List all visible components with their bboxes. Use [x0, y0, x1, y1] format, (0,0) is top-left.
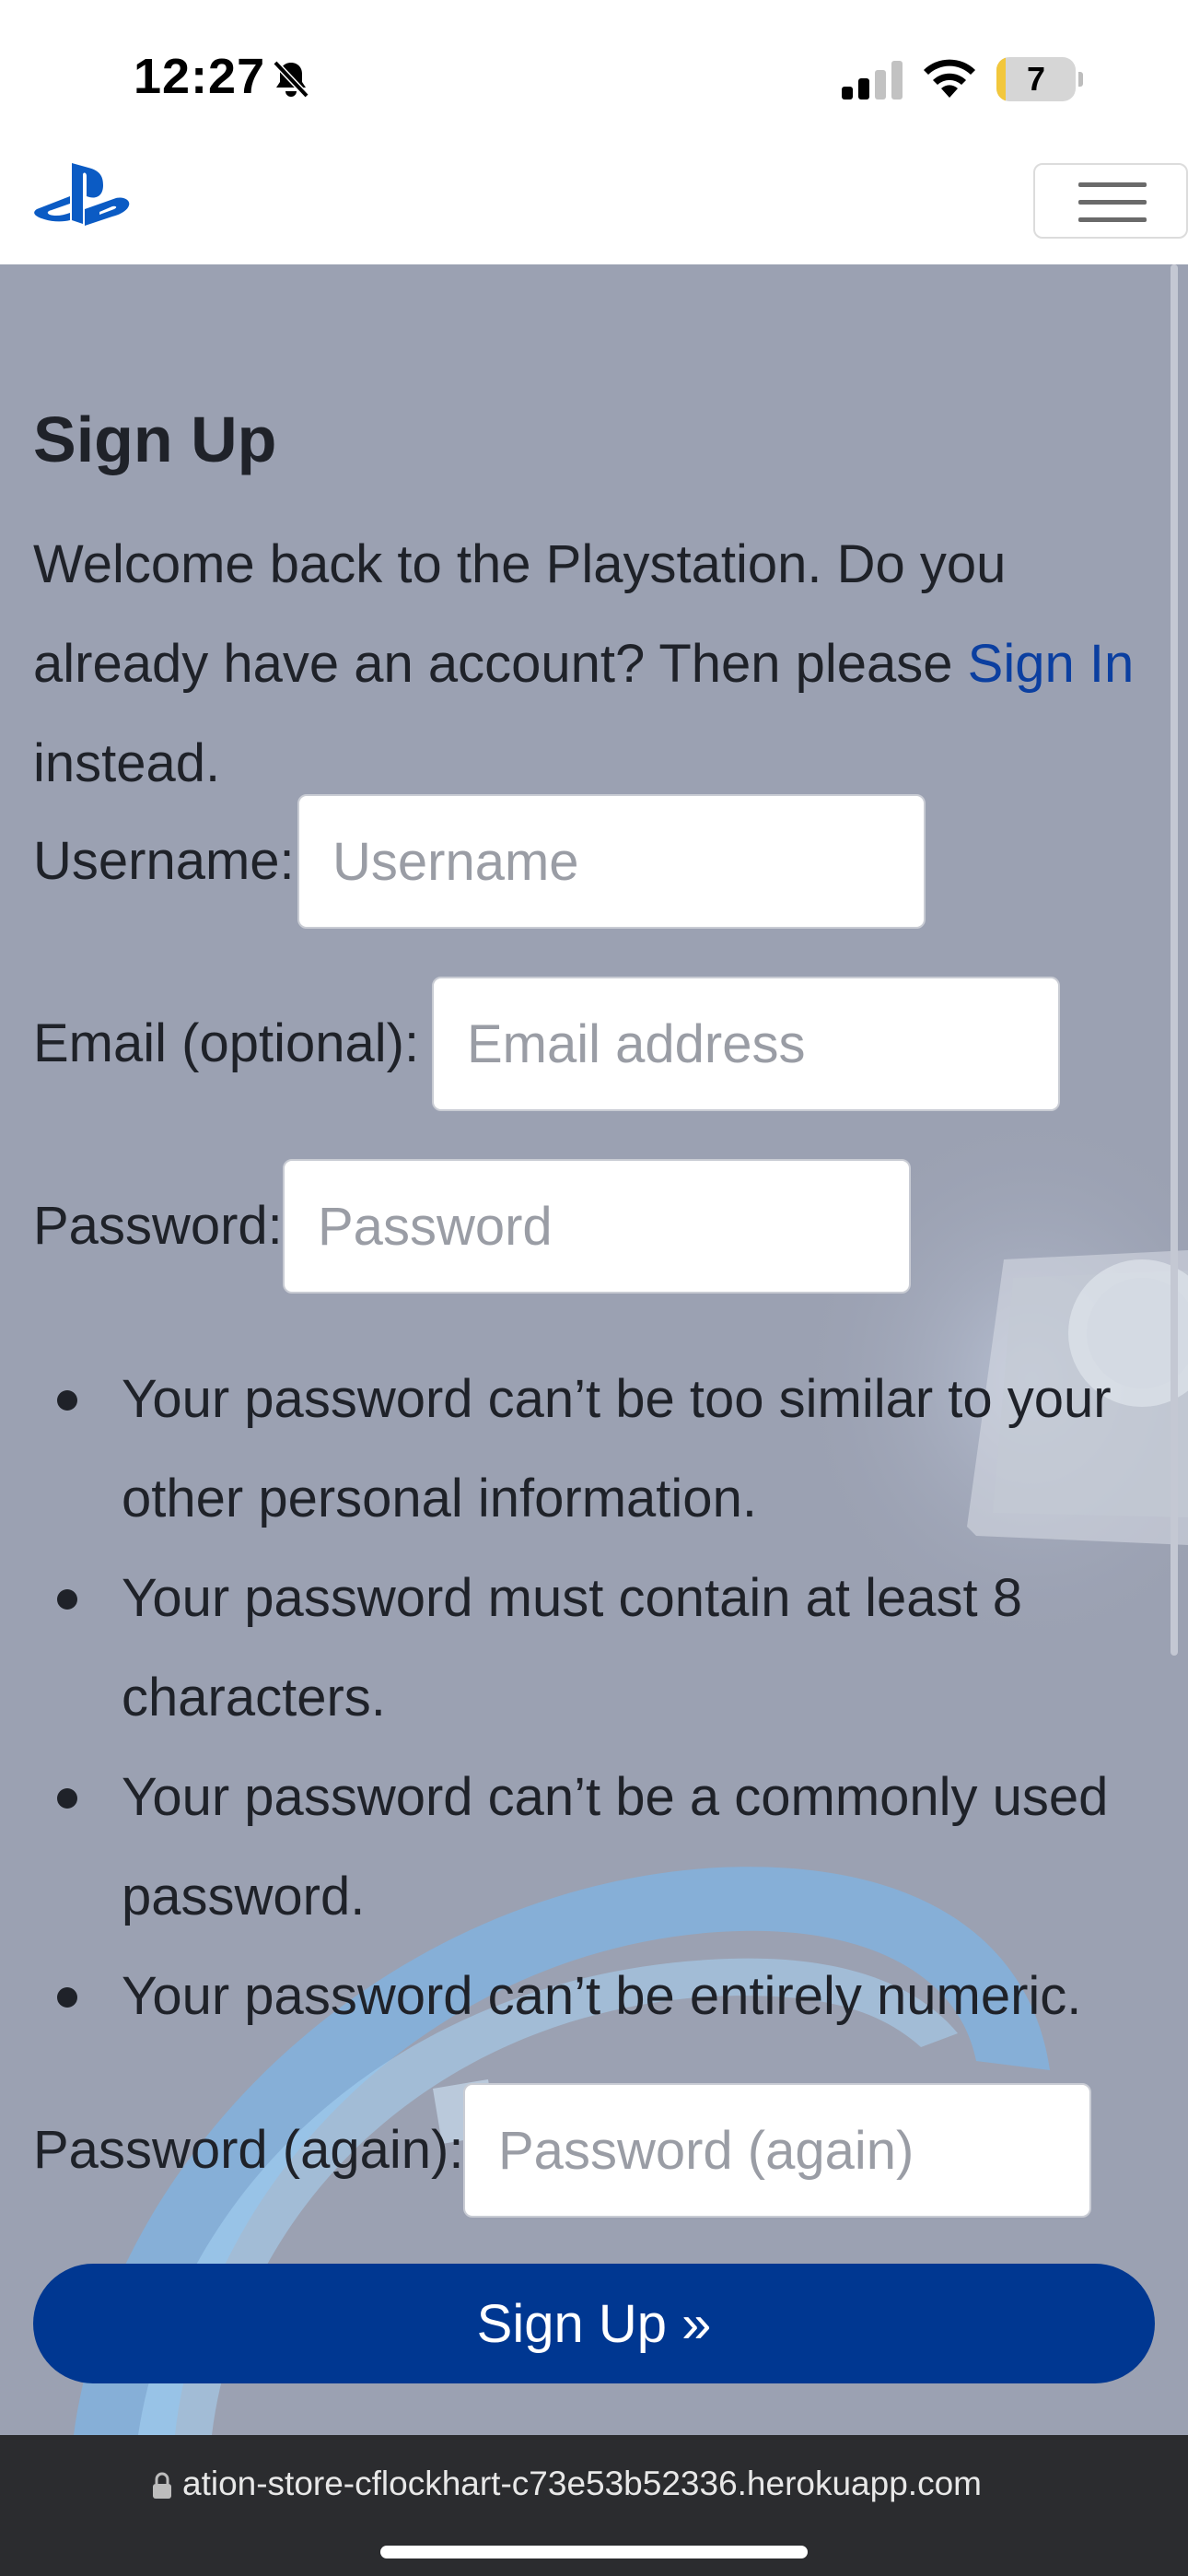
page-scrollbar[interactable] — [1171, 264, 1178, 1656]
intro-text: Welcome back to the Playstation. Do you … — [33, 515, 1166, 814]
sign-in-link[interactable]: Sign In — [968, 634, 1135, 694]
bell-slash-icon — [273, 60, 309, 99]
playstation-logo-icon[interactable] — [31, 159, 134, 233]
lock-icon — [153, 2472, 171, 2499]
cellular-signal-icon — [842, 61, 903, 100]
password-rule: Your password can’t be a commonly used p… — [33, 1748, 1138, 1947]
status-bar: 12:27 7 — [0, 0, 1188, 152]
browser-address-bar[interactable]: ation-store-cflockhart-c73e53b52336.hero… — [0, 2435, 1188, 2576]
password-rule: Your password can’t be entirely numeric. — [33, 1947, 1138, 2046]
navbar — [0, 152, 1188, 264]
password-rule: Your password can’t be too similar to yo… — [33, 1350, 1138, 1549]
battery-level: 7 — [1026, 60, 1046, 98]
menu-toggle-button[interactable] — [1033, 163, 1188, 239]
password-again-input[interactable] — [463, 2083, 1091, 2218]
password-again-label: Password (again): — [33, 2120, 464, 2180]
signup-page: Sign Up Welcome back to the Playstation.… — [0, 264, 1188, 2435]
url-text[interactable]: ation-store-cflockhart-c73e53b52336.hero… — [182, 2465, 982, 2503]
password-input[interactable] — [283, 1159, 911, 1294]
email-input[interactable] — [432, 977, 1060, 1111]
wifi-icon — [924, 59, 975, 98]
status-time: 12:27 — [134, 49, 266, 104]
home-indicator[interactable] — [380, 2546, 808, 2558]
sign-up-button[interactable]: Sign Up » — [33, 2264, 1155, 2383]
password-rules-list: Your password can’t be too similar to yo… — [33, 1350, 1138, 2046]
intro-text-start: Welcome back to the Playstation. Do you … — [33, 534, 1007, 694]
username-label: Username: — [33, 831, 295, 891]
email-label: Email (optional): — [33, 1013, 420, 1073]
username-input[interactable] — [297, 794, 926, 929]
password-rule: Your password must contain at least 8 ch… — [33, 1549, 1138, 1748]
password-label: Password: — [33, 1196, 283, 1256]
battery-icon: 7 — [996, 57, 1083, 101]
page-title: Sign Up — [33, 404, 277, 475]
intro-text-end: instead. — [33, 733, 221, 793]
